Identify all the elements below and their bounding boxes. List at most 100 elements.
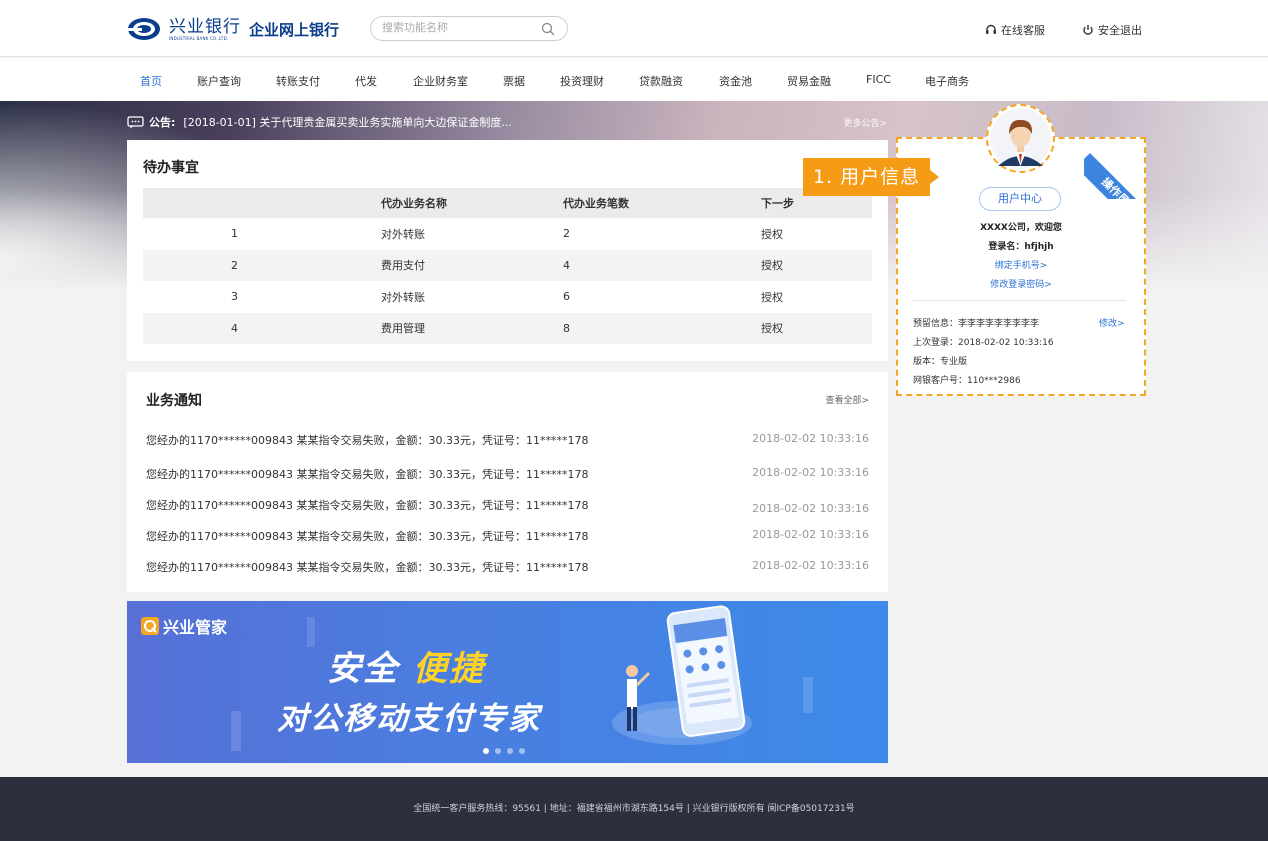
row-action-authorize[interactable]: 授权 (761, 281, 872, 313)
login-name: 登录名：hfjhjh (988, 242, 1054, 252)
business-notices-title: 业务通知 (146, 393, 202, 409)
row-name: 费用支付 (381, 249, 563, 281)
nav-item-ecommerce[interactable]: 电子商务 (925, 73, 969, 89)
nav-item-investment[interactable]: 投资理财 (560, 73, 604, 89)
brand-subtitle: 企业网上银行 (249, 20, 340, 39)
notice-text: 您经办的1170******009843 某某指令交易失败，金额：30.33元，… (146, 561, 589, 574)
user-avatar-icon (990, 108, 1051, 169)
list-item[interactable]: 您经办的1170******009843 某某指令交易失败，金额：30.33元，… (146, 559, 869, 575)
announcement-bar: 公告: [2018-01-01] 关于代理贵金属买卖业务实施单向大边保证金制度.… (127, 113, 887, 131)
carousel-dot[interactable] (483, 748, 489, 754)
notice-time: 2018-02-02 10:33:16 (752, 466, 869, 479)
nav-item-ficc[interactable]: FICC (866, 73, 891, 86)
view-all-link[interactable]: 查看全部> (825, 393, 869, 406)
nav-item-cash-pool[interactable]: 资金池 (719, 73, 752, 89)
list-item[interactable]: 您经办的1170******009843 某某指令交易失败，金额：30.33元，… (146, 466, 869, 482)
notice-text: 您经办的1170******009843 某某指令交易失败，金额：30.33元，… (146, 499, 589, 512)
row-count: 8 (563, 312, 761, 344)
promo-brand: 兴业管家 (141, 614, 227, 638)
nav-item-payroll[interactable]: 代发 (355, 73, 377, 89)
row-count: 2 (563, 227, 570, 241)
column-header-count: 代办业务笔数 (563, 188, 761, 218)
row-index: 3 (231, 290, 238, 304)
nav-item-home[interactable]: 首页 (140, 73, 162, 89)
column-header-index (143, 188, 381, 218)
search-box (370, 16, 568, 41)
footer-text: 全国统一客户服务热线：95561 | 地址：福建省福州市湖东路154号 | 兴业… (413, 804, 855, 814)
business-notices-panel: 业务通知 查看全部> 您经办的1170******009843 某某指令交易失败… (127, 372, 888, 592)
list-item[interactable]: 您经办的1170******009843 某某指令交易失败，金额：30.33元，… (146, 432, 869, 448)
version-info: 版本：专业版 (913, 357, 968, 367)
notice-time: 2018-02-02 10:33:16 (752, 432, 869, 445)
todo-panel: 待办事宜 代办业务名称 代办业务笔数 下一步 1 对外转账 2 授权 2 费用支… (127, 140, 888, 361)
table-row: 4 费用管理 8 授权 (143, 312, 872, 344)
row-count: 4 (563, 249, 761, 281)
row-index: 1 (231, 227, 238, 241)
phone-illustration (612, 605, 752, 745)
nav-item-loans[interactable]: 贷款融资 (639, 73, 683, 89)
change-password-link[interactable]: 修改登录密码> (898, 277, 1144, 290)
row-count: 6 (563, 290, 570, 304)
search-icon[interactable] (541, 22, 555, 36)
row-index: 4 (143, 312, 381, 344)
decor-pillar (307, 617, 315, 647)
headset-icon (986, 24, 996, 34)
card-divider (913, 300, 1126, 301)
row-name: 费用管理 (381, 312, 563, 344)
last-login: 上次登录：2018-02-02 10:33:16 (913, 338, 1054, 348)
row-name: 对外转账 (381, 227, 425, 241)
welcome-text: XXXX公司，欢迎您 (980, 223, 1062, 233)
carousel-dots (483, 748, 525, 754)
row-action-authorize[interactable]: 授权 (761, 249, 872, 281)
carousel-dot[interactable] (519, 748, 525, 754)
announcement-label: 公告: (149, 116, 176, 129)
bank-logo[interactable]: 兴业银行 INDUSTRIAL BANK CO.,LTD. 企业网上银行 (127, 14, 339, 44)
avatar[interactable] (986, 104, 1055, 173)
carousel-dot[interactable] (507, 748, 513, 754)
reserved-info: 预留信息：李李李李李李李李李 (913, 319, 1040, 329)
row-action-authorize[interactable]: 授权 (761, 218, 872, 250)
butler-logo-icon (141, 617, 159, 635)
table-row: 3 对外转账 6 授权 (143, 281, 872, 313)
promo-headline-a: 安全 (327, 649, 399, 689)
promo-headline: 安全 便捷 (327, 641, 485, 690)
table-row: 2 费用支付 4 授权 (143, 249, 872, 281)
table-header-row: 代办业务名称 代办业务笔数 下一步 (143, 188, 872, 218)
nav-item-bills[interactable]: 票据 (503, 73, 525, 89)
more-announcements-link[interactable]: 更多公告> (843, 116, 887, 129)
list-item[interactable]: 您经办的1170******009843 某某指令交易失败，金额：30.33元，… (146, 528, 869, 544)
carousel-dot[interactable] (495, 748, 501, 754)
nav-item-account-query[interactable]: 账户查询 (197, 73, 241, 89)
list-item[interactable]: 您经办的1170******009843 某某指令交易失败，金额：30.33元，… (146, 497, 869, 515)
notice-text: 您经办的1170******009843 某某指令交易失败，金额：30.33元，… (146, 434, 589, 447)
customer-number: 网银客户号：110***2986 (913, 376, 1021, 386)
online-service-label: 在线客服 (1001, 24, 1045, 37)
promo-banner[interactable]: 兴业管家 安全 便捷 对公移动支付专家 (127, 601, 888, 763)
role-ribbon: 操作员 (1084, 139, 1144, 199)
power-icon (1083, 25, 1093, 35)
nav-item-finance-office[interactable]: 企业财务室 (413, 73, 468, 89)
row-action-authorize[interactable]: 授权 (761, 312, 872, 344)
row-name: 对外转账 (381, 290, 425, 304)
column-header-name: 代办业务名称 (381, 188, 563, 218)
announcement-text[interactable]: [2018-01-01] 关于代理贵金属买卖业务实施单向大边保证金制度... (183, 114, 512, 130)
promo-headline-b: 便捷 (412, 649, 485, 689)
search-input[interactable] (382, 21, 532, 34)
promo-subheadline: 对公移动支付专家 (277, 701, 541, 737)
notice-time: 2018-02-02 10:33:16 (752, 559, 869, 572)
todo-title: 待办事宜 (143, 160, 199, 176)
logout-link[interactable]: 安全退出 (1082, 22, 1142, 38)
notice-time: 2018-02-02 10:33:16 (752, 528, 869, 541)
nav-item-trade-finance[interactable]: 贸易金融 (787, 73, 831, 89)
footer: 全国统一客户服务热线：95561 | 地址：福建省福州市湖东路154号 | 兴业… (0, 777, 1268, 841)
user-info-callout: 1. 用户信息 (803, 158, 940, 196)
brand-name-cn: 兴业银行 (169, 17, 241, 37)
edit-reserved-info-link[interactable]: 修改> (1099, 316, 1125, 329)
notice-text: 您经办的1170******009843 某某指令交易失败，金额：30.33元，… (146, 468, 589, 481)
bind-phone-link[interactable]: 绑定手机号> (898, 258, 1144, 271)
nav-item-transfer-payment[interactable]: 转账支付 (276, 73, 320, 89)
decor-pillar (231, 711, 241, 751)
user-center-button[interactable]: 用户中心 (979, 187, 1061, 211)
online-service-link[interactable]: 在线客服 (985, 22, 1045, 38)
header: 兴业银行 INDUSTRIAL BANK CO.,LTD. 企业网上银行 在线客… (0, 0, 1268, 57)
